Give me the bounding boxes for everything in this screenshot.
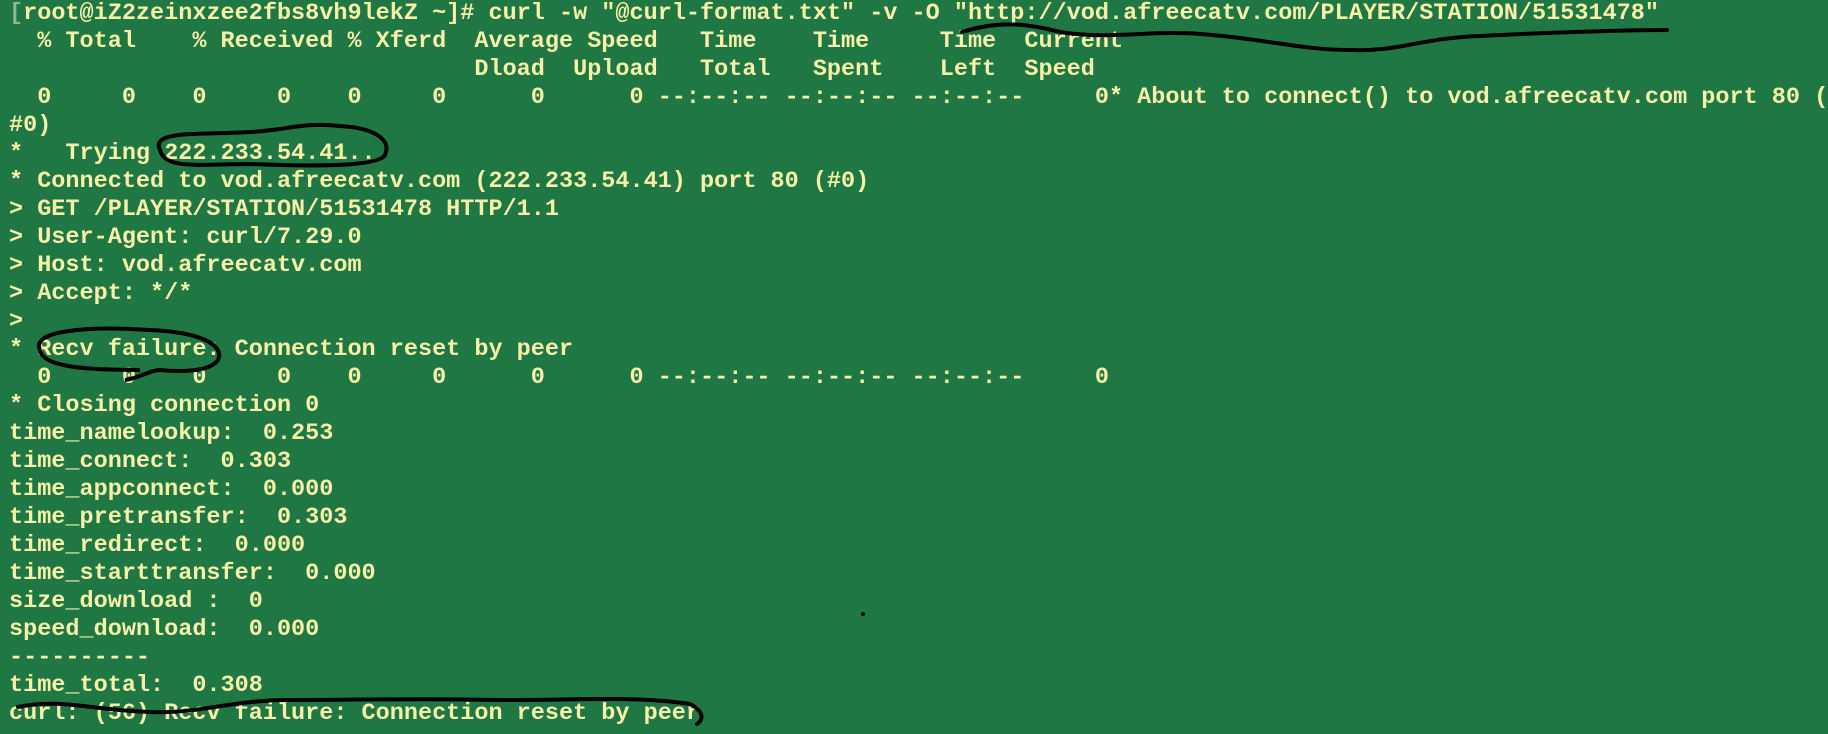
terminal-line: time_pretransfer: 0.303	[9, 504, 348, 531]
terminal-line: time_total: 0.308	[9, 672, 263, 699]
terminal-line: time_redirect: 0.000	[9, 532, 306, 559]
terminal-line: curl: (56) Recv failure: Connection rese…	[9, 700, 701, 727]
terminal-line: * Closing connection 0	[9, 392, 320, 419]
terminal-line: >	[9, 308, 24, 335]
terminal-line: > User-Agent: curl/7.29.0	[9, 224, 362, 251]
terminal-line-command: [root@iZ2zeinxzee2fbs8vh9lekZ ~]# curl -…	[9, 0, 1659, 27]
terminal-line: > Accept: */*	[9, 280, 193, 307]
terminal-line: 0 0 0 0 0 0 0 0 --:--:-- --:--:-- --:--:…	[9, 84, 1828, 111]
terminal-line: > Host: vod.afreecatv.com	[9, 252, 362, 279]
progress-header-1: % Total % Received % Xferd Average Speed…	[9, 28, 1124, 55]
terminal-line: * Connected to vod.afreecatv.com (222.23…	[9, 168, 870, 195]
terminal-line: time_connect: 0.303	[9, 448, 292, 475]
terminal-line: #0)	[9, 112, 52, 139]
terminal-line: * Trying 222.233.54.41..	[9, 140, 376, 167]
terminal-line: > GET /PLAYER/STATION/51531478 HTTP/1.1	[9, 196, 559, 223]
terminal-line: * Recv failure: Connection reset by peer	[9, 336, 574, 363]
prompt-bracket: [	[9, 0, 24, 27]
terminal-line: 0 0 0 0 0 0 0 0 --:--:-- --:--:-- --:--:…	[9, 364, 1109, 391]
terminal-output[interactable]: [root@iZ2zeinxzee2fbs8vh9lekZ ~]# curl -…	[9, 0, 1828, 728]
terminal-line: time_namelookup: 0.253	[9, 420, 334, 447]
terminal-line: time_appconnect: 0.000	[9, 476, 334, 503]
terminal-line: size_download : 0	[9, 588, 263, 615]
progress-header-2: Dload Upload Total Spent Left Speed	[9, 56, 1095, 83]
terminal-line: time_starttransfer: 0.000	[9, 560, 376, 587]
terminal-line: speed_download: 0.000	[9, 616, 320, 643]
terminal-line: ----------	[9, 644, 151, 671]
